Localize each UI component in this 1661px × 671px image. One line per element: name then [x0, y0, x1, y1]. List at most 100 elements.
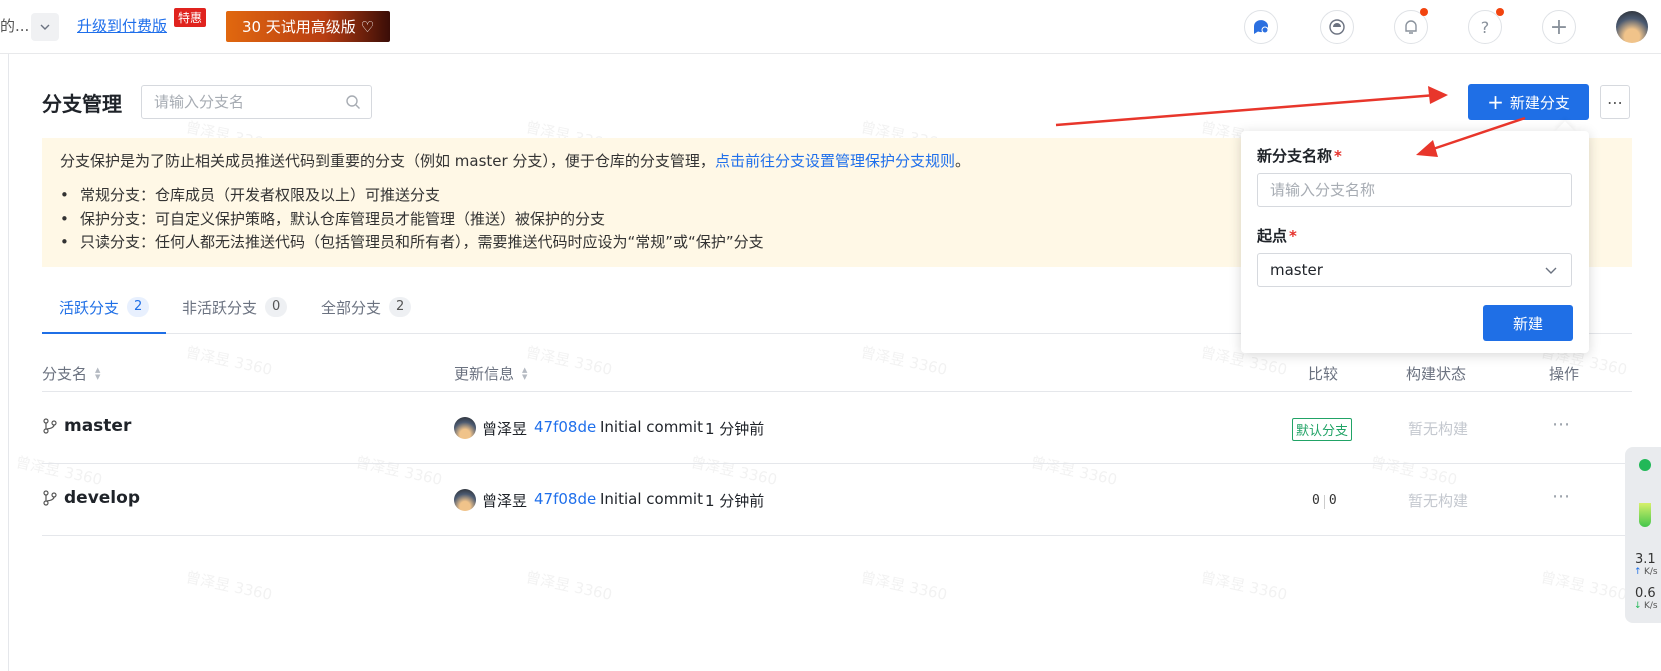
branch-name[interactable]: develop: [64, 488, 140, 508]
ahead-count: 0: [1328, 493, 1337, 508]
column-label: 比较: [1308, 365, 1339, 383]
author-avatar: [454, 417, 476, 439]
chevron-down-icon: [1545, 267, 1557, 274]
source-branch-select[interactable]: master: [1257, 253, 1572, 287]
trial-premium-button[interactable]: 30 天试用高级版 ♡: [226, 11, 390, 42]
commit-message: Initial commit: [600, 418, 703, 436]
plus-icon: +: [1487, 90, 1504, 114]
notification-dot: [1420, 8, 1428, 16]
annotation-arrow: [1055, 86, 1448, 127]
branch-name-label: 新分支名称 *: [1257, 145, 1342, 166]
column-header-updated[interactable]: 更新信息 ▲ ▼: [454, 363, 527, 384]
build-status: 暂无构建: [1408, 492, 1469, 510]
special-offer-badge: 特惠: [174, 8, 207, 27]
download-unit: K/s: [1644, 601, 1658, 611]
commit-time: 1 分钟前: [705, 420, 765, 438]
branch-settings-link[interactable]: 点击前往分支设置管理保护分支规则: [715, 152, 955, 170]
create-branch-button[interactable]: 新建: [1483, 305, 1573, 341]
top-bar: 的... 升级到付费版 特惠 30 天试用高级版 ♡ ? +: [0, 0, 1661, 54]
branch-name-input[interactable]: [1257, 173, 1572, 207]
upgrade-link[interactable]: 升级到付费版: [77, 15, 167, 36]
default-branch-badge: 默认分支: [1292, 418, 1353, 441]
table-row[interactable]: develop 曾泽昱 47f08de Initial commit 1 分钟前…: [42, 464, 1632, 536]
branch-name[interactable]: master: [64, 416, 131, 436]
tab-label: 非活跃分支: [182, 299, 258, 317]
row-more-button[interactable]: ⋯: [1552, 414, 1570, 435]
watermark: 曾泽昱 3360: [1538, 568, 1629, 604]
author-avatar: [454, 489, 476, 511]
source-branch-value: master: [1270, 261, 1323, 279]
user-avatar[interactable]: [1616, 11, 1648, 43]
watermark: 曾泽昱 3360: [183, 343, 274, 379]
branch-icon: [43, 418, 57, 434]
plus-icon[interactable]: +: [1542, 10, 1576, 44]
commit-sha-link[interactable]: 47f08de: [534, 418, 596, 436]
watermark: 曾泽昱 3360: [858, 343, 949, 379]
more-options-button[interactable]: ⋯: [1600, 85, 1630, 119]
commit-author: 曾泽昱: [482, 420, 528, 438]
branch-search-input[interactable]: [142, 86, 322, 118]
column-label: 分支名: [42, 365, 88, 383]
truncated-project-name[interactable]: 的...: [0, 15, 29, 36]
branch-name-label-text: 新分支名称: [1257, 147, 1333, 165]
search-icon[interactable]: [345, 94, 361, 110]
table-row[interactable]: master 曾泽昱 47f08de Initial commit 1 分钟前 …: [42, 392, 1632, 464]
column-header-actions: 操作: [1549, 363, 1579, 384]
tab-label: 活跃分支: [59, 299, 120, 317]
branch-type-list: 常规分支：仓库成员（开发者权限及以上）可推送分支 保护分支：可自定义保护策略，默…: [60, 184, 764, 255]
watermark: 曾泽昱 3360: [523, 568, 614, 604]
upload-speed: 3.1: [1635, 552, 1656, 567]
notice-text-after: 。: [954, 152, 970, 170]
upload-unit: K/s: [1644, 567, 1658, 577]
commit-time: 1 分钟前: [705, 492, 765, 510]
required-mark: *: [1289, 227, 1297, 245]
tab-count: 2: [389, 297, 412, 317]
commit-author: 曾泽昱: [482, 492, 528, 510]
new-branch-popover: 新分支名称* 起点* master 新建: [1241, 131, 1589, 353]
watermark: 曾泽昱 3360: [1198, 568, 1289, 604]
column-label: 操作: [1549, 365, 1580, 383]
build-status: 暂无构建: [1408, 420, 1469, 438]
tab-active-branches[interactable]: 活跃分支 2: [42, 290, 167, 334]
source-label-text: 起点: [1257, 227, 1288, 245]
new-branch-label: 新建分支: [1509, 93, 1570, 112]
chat-icon[interactable]: [1244, 10, 1278, 44]
column-label: 更新信息: [454, 365, 515, 383]
tab-count: 0: [265, 297, 288, 317]
behind-count: 0: [1312, 493, 1320, 508]
status-dot: [1639, 459, 1651, 471]
upload-arrow-icon: ↑: [1634, 567, 1642, 577]
notice-text-before: 分支保护是为了防止相关成员推送代码到重要的分支（例如 master 分支），便于…: [60, 152, 715, 170]
list-item: 常规分支：仓库成员（开发者权限及以上）可推送分支: [60, 184, 764, 208]
notice-text: 分支保护是为了防止相关成员推送代码到重要的分支（例如 master 分支），便于…: [60, 150, 970, 171]
compare-divider: [1323, 495, 1325, 509]
branch-icon: [43, 490, 57, 506]
tab-all-branches[interactable]: 全部分支 2: [321, 290, 412, 334]
sort-icon[interactable]: ▲ ▼: [522, 366, 527, 381]
column-header-build: 构建状态: [1406, 363, 1466, 384]
watermark: 曾泽昱 3360: [523, 343, 614, 379]
download-speed: 0.6: [1635, 586, 1656, 601]
column-header-name[interactable]: 分支名 ▲ ▼: [42, 363, 100, 384]
tab-inactive-branches[interactable]: 非活跃分支 0: [182, 290, 288, 334]
branch-search[interactable]: [141, 85, 372, 119]
assistant-icon[interactable]: [1320, 10, 1354, 44]
new-branch-button[interactable]: + 新建分支: [1468, 84, 1589, 120]
chevron-down-icon[interactable]: [31, 13, 59, 41]
network-speed-widget[interactable]: 3.1 ↑ K/s 0.6 ↓ K/s: [1625, 447, 1661, 623]
list-item: 只读分支：任何人都无法推送代码（包括管理员和所有者），需要推送代码时应设为“常规…: [60, 231, 764, 255]
column-label: 构建状态: [1406, 365, 1467, 383]
branch-compare[interactable]: 0 0: [1312, 493, 1337, 509]
required-mark: *: [1334, 147, 1342, 165]
page-title: 分支管理: [42, 92, 122, 116]
sort-icon[interactable]: ▲ ▼: [95, 366, 100, 381]
source-label: 起点 *: [1257, 225, 1297, 246]
watermark: 曾泽昱 3360: [183, 568, 274, 604]
download-arrow-icon: ↓: [1634, 601, 1642, 611]
list-item: 保护分支：可自定义保护策略，默认仓库管理员才能管理（推送）被保护的分支: [60, 208, 764, 232]
usage-bar: [1639, 487, 1651, 527]
row-more-button[interactable]: ⋯: [1552, 486, 1570, 507]
help-notification-dot: [1496, 8, 1504, 16]
commit-sha-link[interactable]: 47f08de: [534, 490, 596, 508]
commit-message: Initial commit: [600, 490, 703, 508]
